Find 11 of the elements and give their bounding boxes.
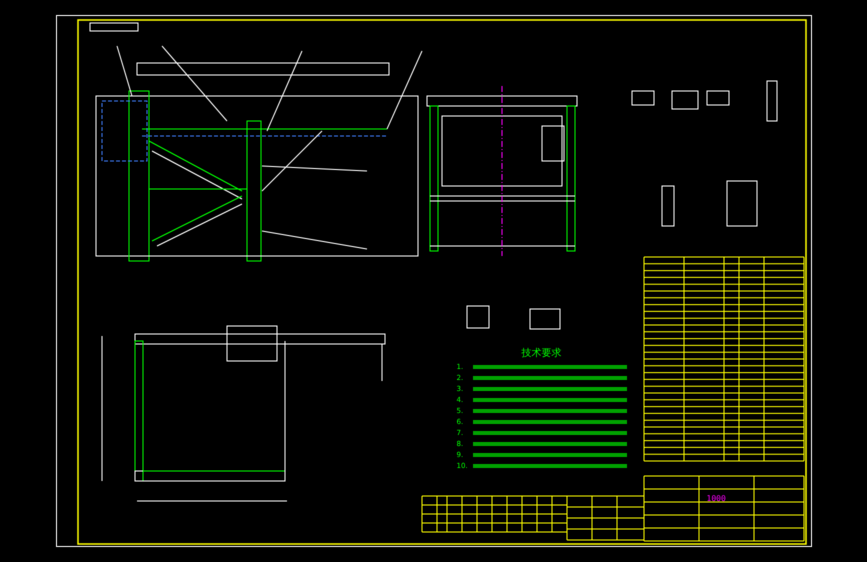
- section-detail-drawing: [466, 306, 489, 328]
- section-detail-drawing: [631, 90, 654, 106]
- section-detail-drawing: [766, 80, 777, 122]
- drawing-code: 1000: [706, 494, 726, 503]
- label-box: [89, 22, 138, 32]
- notes-heading: 技术要求: [522, 346, 562, 360]
- section-detail-drawing: [671, 90, 698, 110]
- section-detail-drawing: [661, 186, 674, 226]
- section-detail-drawing: [706, 90, 729, 106]
- section-detail-drawing: [726, 180, 757, 226]
- section-detail-drawing: [529, 308, 560, 330]
